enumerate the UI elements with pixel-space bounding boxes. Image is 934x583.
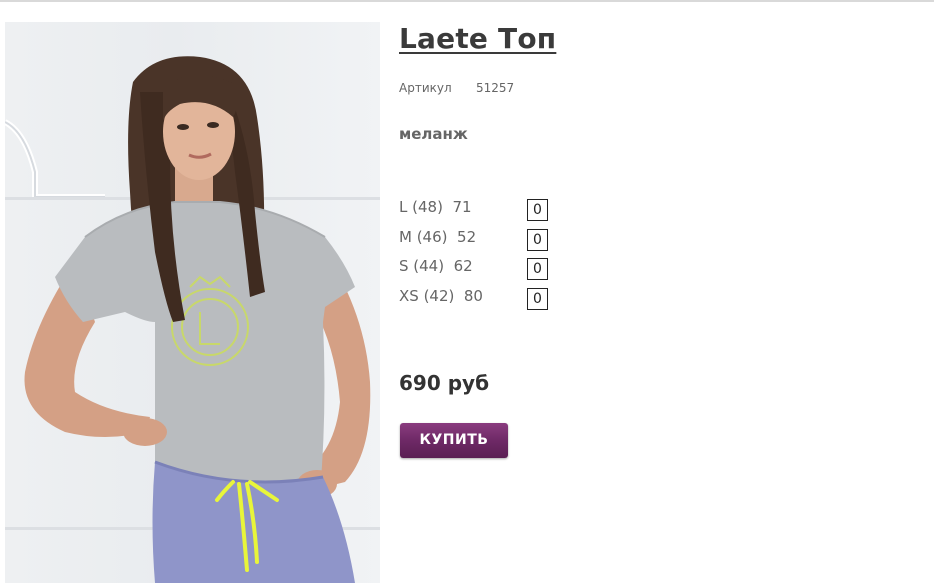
size-label: L (48) 71 bbox=[399, 198, 472, 216]
top-divider bbox=[0, 0, 934, 2]
size-label: XS (42) 80 bbox=[399, 286, 483, 305]
quantity-input-xs[interactable] bbox=[527, 287, 548, 310]
quantity-input-m[interactable] bbox=[527, 228, 548, 251]
product-price: 690 руб bbox=[399, 371, 490, 395]
quantity-input-l[interactable] bbox=[527, 199, 548, 221]
product-title: Laete Топ bbox=[399, 22, 557, 55]
size-label: M (46) 52 bbox=[399, 227, 477, 246]
sku-value: 51257 bbox=[476, 81, 515, 95]
sku-label: Артикул bbox=[399, 81, 452, 95]
quantity-input-s[interactable] bbox=[527, 258, 548, 280]
size-label: S (44) 62 bbox=[399, 257, 473, 275]
product-photo bbox=[5, 22, 380, 583]
product-color: меланж bbox=[399, 125, 468, 143]
sku-line: Артикул 51257 bbox=[399, 81, 514, 95]
buy-button[interactable]: КУПИТЬ bbox=[400, 423, 508, 458]
